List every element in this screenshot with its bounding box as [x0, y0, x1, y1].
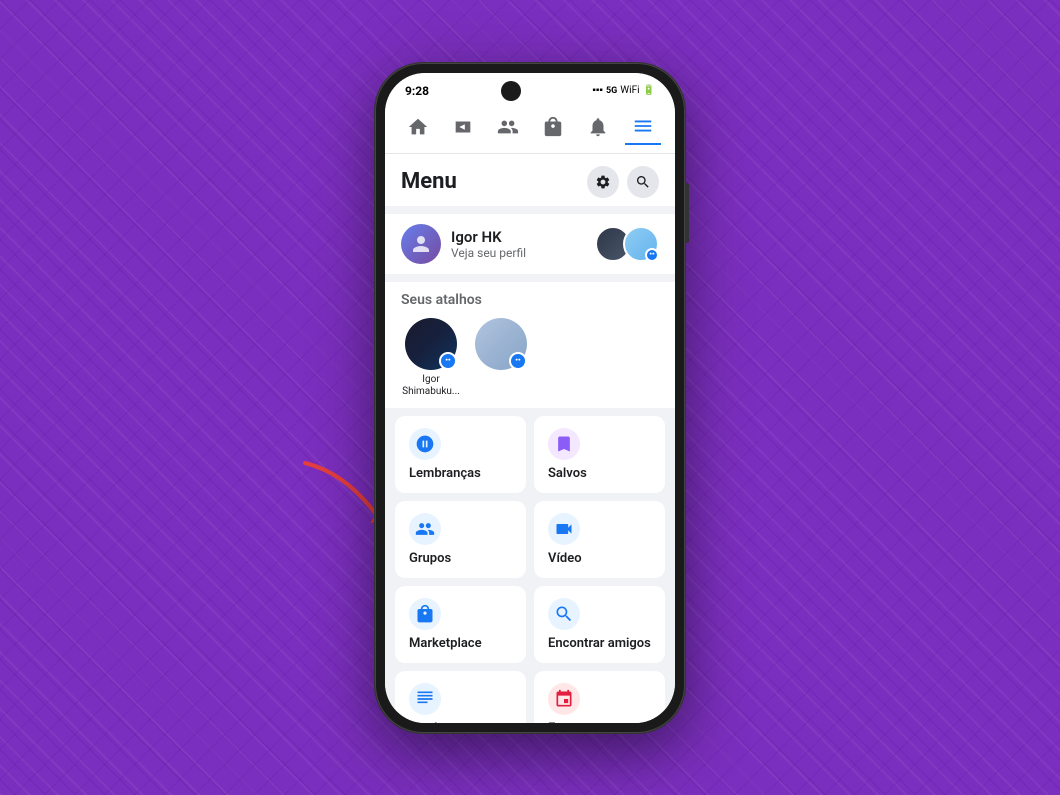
shortcuts-row: IgorShimabuku... [401, 318, 659, 398]
shortcut-name-1: IgorShimabuku... [402, 374, 460, 398]
menu-actions [587, 166, 659, 198]
nav-marketplace-tab[interactable] [535, 109, 571, 145]
grid-item-find-friends[interactable]: Encontrar amigos [534, 586, 665, 663]
profile-left: Igor HK Veja seu perfil [401, 224, 526, 264]
phone-frame: 9:28 ▪▪▪ 5G WiFi 🔋 [375, 63, 685, 733]
groups-icon [409, 513, 441, 545]
menu-title: Menu [401, 169, 457, 194]
menu-grid: Lembranças Salvos [395, 416, 665, 723]
events-label: Eventos [548, 721, 651, 723]
video-label: Vídeo [548, 551, 651, 566]
groups-label: Grupos [409, 551, 512, 566]
saved-label: Salvos [548, 466, 651, 481]
grid-item-video[interactable]: Vídeo [534, 501, 665, 578]
avatar-stack-2 [623, 226, 659, 262]
feeds-icon [409, 683, 441, 715]
grid-item-saved[interactable]: Salvos [534, 416, 665, 493]
nav-people[interactable] [490, 109, 526, 145]
memories-label: Lembranças [409, 466, 512, 481]
grid-item-marketplace[interactable]: Marketplace [395, 586, 526, 663]
status-time: 9:28 [405, 84, 429, 98]
wifi-icon: WiFi [620, 85, 639, 96]
content-area[interactable]: Menu [385, 154, 675, 723]
phone-wrapper: 9:28 ▪▪▪ 5G WiFi 🔋 [375, 63, 685, 733]
find-friends-label: Encontrar amigos [548, 636, 651, 651]
profile-avatar [401, 224, 441, 264]
shortcut-avatar-2 [475, 318, 527, 370]
menu-header-section: Menu [385, 154, 675, 206]
nav-menu-active[interactable] [625, 109, 661, 145]
shortcut-item-2[interactable] [471, 318, 531, 398]
grid-item-events[interactable]: Eventos [534, 671, 665, 723]
profile-avatars-stack [595, 226, 659, 262]
nav-notifications[interactable] [580, 109, 616, 145]
menu-grid-section: Lembranças Salvos [385, 416, 675, 723]
shortcut-badge-2 [509, 352, 527, 370]
feeds-label: Feeds [409, 721, 512, 723]
network-icon: 5G [606, 86, 617, 96]
shortcuts-section: Seus atalhos IgorShimabuku... [385, 282, 675, 408]
shortcut-avatar-1 [405, 318, 457, 370]
shortcut-badge-1 [439, 352, 457, 370]
video-icon [548, 513, 580, 545]
shortcuts-title: Seus atalhos [401, 292, 659, 308]
find-friends-icon [548, 598, 580, 630]
camera-notch [501, 81, 521, 101]
nav-video[interactable] [445, 109, 481, 145]
events-icon [548, 683, 580, 715]
grid-item-memories[interactable]: Lembranças [395, 416, 526, 493]
profile-name: Igor HK [451, 228, 526, 246]
status-icons: ▪▪▪ 5G WiFi 🔋 [592, 85, 655, 96]
profile-info: Igor HK Veja seu perfil [451, 228, 526, 260]
nav-bar [385, 101, 675, 154]
search-button[interactable] [627, 166, 659, 198]
profile-section[interactable]: Igor HK Veja seu perfil [385, 214, 675, 274]
saved-icon [548, 428, 580, 460]
marketplace-label: Marketplace [409, 636, 512, 651]
marketplace-icon [409, 598, 441, 630]
signal-icon: ▪▪▪ [592, 85, 603, 96]
shortcut-item-1[interactable]: IgorShimabuku... [401, 318, 461, 398]
nav-home[interactable] [400, 109, 436, 145]
profile-subtitle: Veja seu perfil [451, 246, 526, 260]
settings-button[interactable] [587, 166, 619, 198]
battery-icon: 🔋 [643, 85, 655, 96]
memories-icon [409, 428, 441, 460]
phone-screen: 9:28 ▪▪▪ 5G WiFi 🔋 [385, 73, 675, 723]
grid-item-groups[interactable]: Grupos [395, 501, 526, 578]
grid-item-feeds[interactable]: Feeds [395, 671, 526, 723]
